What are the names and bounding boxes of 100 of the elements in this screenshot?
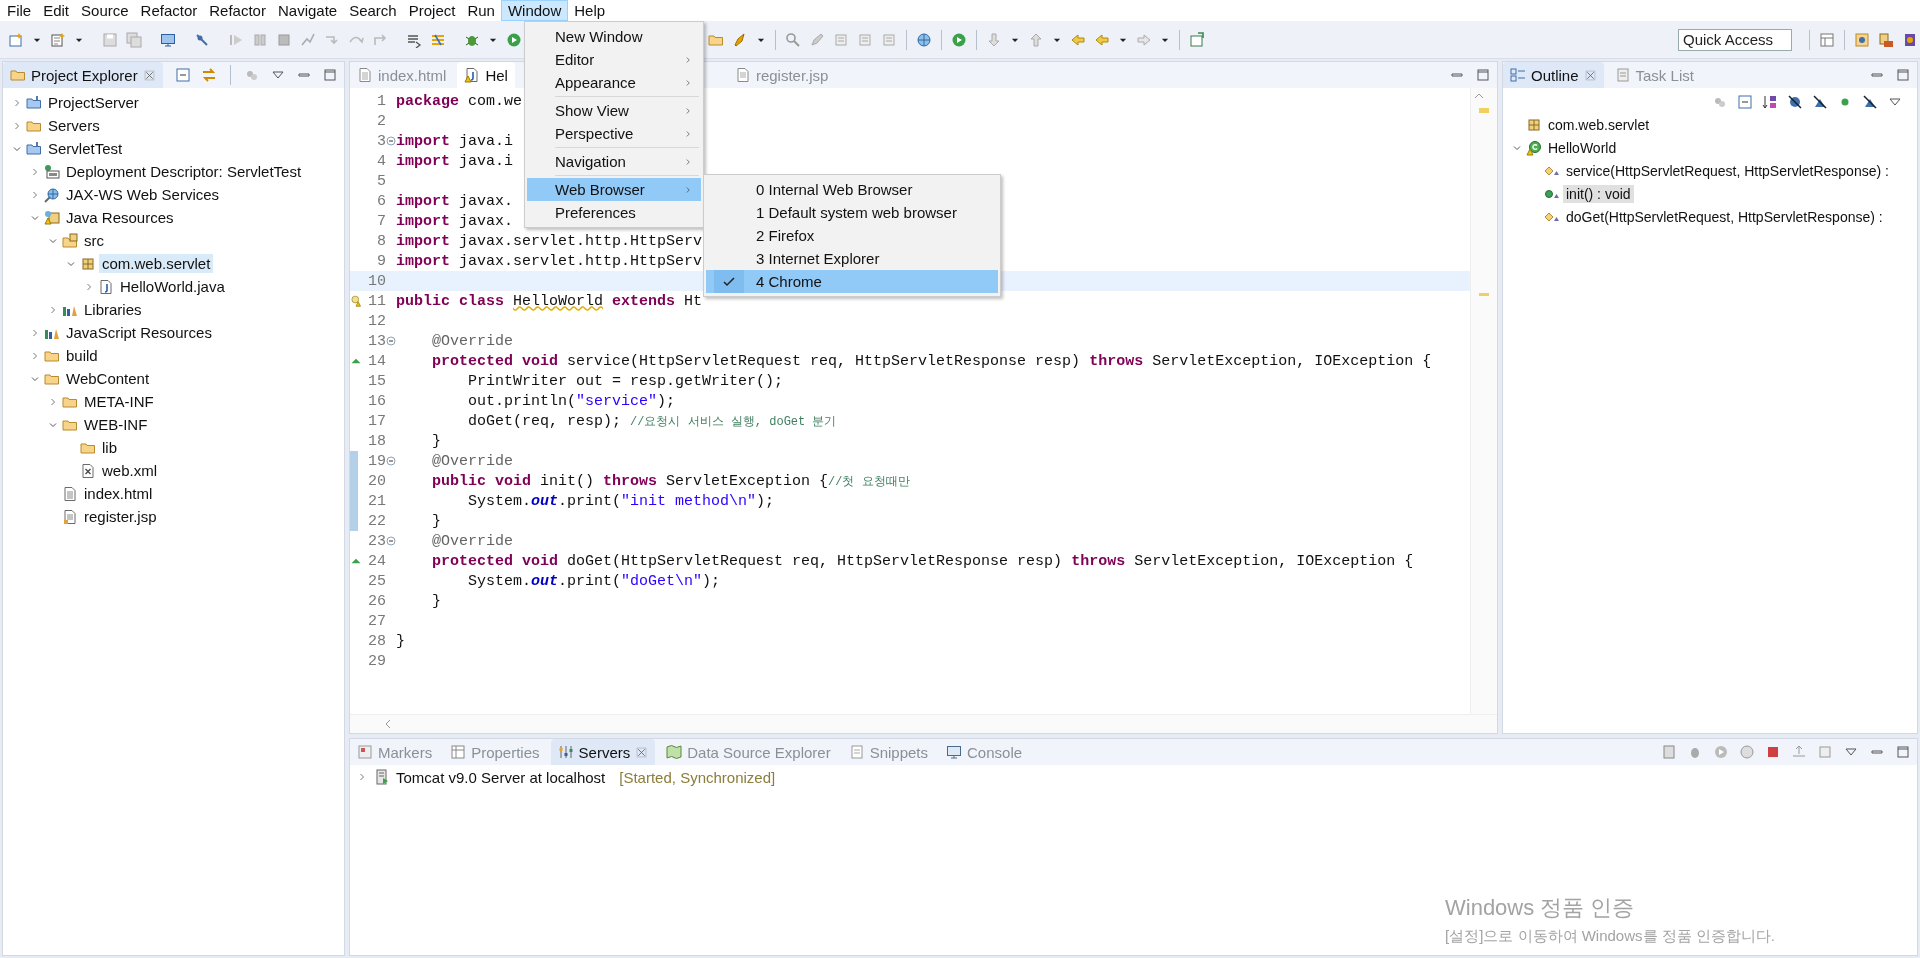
tree-item[interactable]: Java Resources bbox=[63, 208, 177, 227]
panel-tab[interactable]: Project Explorer bbox=[3, 62, 163, 88]
rocket-icon[interactable] bbox=[732, 31, 748, 48]
java-perspective-icon[interactable] bbox=[1902, 31, 1918, 48]
run-icon[interactable] bbox=[1713, 744, 1729, 760]
tree-item[interactable]: HelloWorld.java bbox=[117, 277, 228, 296]
save-icon[interactable] bbox=[102, 31, 118, 48]
menu-item[interactable]: File bbox=[1, 0, 38, 21]
menu-item[interactable]: Appearance bbox=[527, 71, 701, 94]
menu-item[interactable]: Web Browser bbox=[527, 178, 701, 201]
pin-icon[interactable] bbox=[194, 31, 210, 48]
menu-item[interactable]: Project bbox=[402, 0, 462, 21]
close-icon[interactable] bbox=[142, 68, 156, 82]
tree-item[interactable]: build bbox=[63, 346, 101, 365]
maximize-icon[interactable] bbox=[1895, 744, 1911, 760]
maximize-icon[interactable] bbox=[1475, 67, 1491, 83]
tree-item[interactable]: web.xml bbox=[99, 461, 160, 480]
arrow-right-icon[interactable] bbox=[1136, 31, 1152, 48]
editor-tab[interactable]: Hel bbox=[457, 62, 515, 88]
menu-item[interactable]: Navigate bbox=[271, 0, 344, 21]
java-ee-icon[interactable] bbox=[1854, 31, 1870, 48]
menu-item[interactable]: 1 Default system web browser bbox=[706, 201, 998, 224]
tree-item[interactable]: JavaScript Resources bbox=[63, 323, 215, 342]
menu-item[interactable]: New Window bbox=[527, 25, 701, 48]
menu-item[interactable]: 2 Firefox bbox=[706, 224, 998, 247]
link-arrows-icon[interactable] bbox=[201, 67, 217, 83]
menu-item[interactable]: Editor bbox=[527, 48, 701, 71]
monitor-icon[interactable] bbox=[160, 31, 176, 48]
menu-item[interactable]: Refactor bbox=[203, 0, 272, 21]
globe-icon[interactable] bbox=[916, 31, 932, 48]
clean-icon[interactable] bbox=[1817, 744, 1833, 760]
tree-item[interactable]: WebContent bbox=[63, 369, 153, 388]
quick-access-field[interactable]: Quick Access bbox=[1678, 28, 1792, 51]
menu-item[interactable]: Navigation bbox=[527, 150, 701, 173]
tree-item[interactable]: register.jsp bbox=[81, 507, 160, 526]
outline-item[interactable]: service(HttpServletRequest, HttpServletResponse) : bbox=[1563, 161, 1892, 180]
save-all-icon[interactable] bbox=[126, 31, 142, 48]
menu-item[interactable]: Window bbox=[500, 0, 569, 21]
fold-icon[interactable] bbox=[386, 456, 396, 466]
publish-icon[interactable] bbox=[1791, 744, 1807, 760]
menu-item[interactable]: Show View bbox=[527, 99, 701, 122]
tree-item[interactable]: JAX-WS Web Services bbox=[63, 185, 223, 204]
stop-icon[interactable] bbox=[1765, 744, 1781, 760]
block-icon[interactable] bbox=[881, 31, 897, 48]
tree-item[interactable]: WEB-INF bbox=[81, 415, 151, 434]
tree-item[interactable]: Deployment Descriptor: ServletTest bbox=[63, 162, 305, 181]
fold-icon[interactable] bbox=[386, 136, 396, 146]
tree-item[interactable]: index.html bbox=[81, 484, 156, 503]
run-icon[interactable] bbox=[951, 31, 967, 48]
arrow-left-icon[interactable] bbox=[1094, 31, 1110, 48]
fold-icon[interactable] bbox=[386, 536, 396, 546]
new-file-icon[interactable] bbox=[8, 31, 24, 48]
server-name[interactable]: Tomcat v9.0 Server at localhost bbox=[396, 768, 606, 786]
arrow-down-icon[interactable] bbox=[986, 31, 1002, 48]
hide-local-icon[interactable] bbox=[1862, 94, 1878, 110]
panel-tab[interactable]: Servers bbox=[550, 739, 656, 765]
perspective-icon[interactable] bbox=[1819, 31, 1835, 48]
search-icon[interactable] bbox=[785, 31, 801, 48]
stop-icon[interactable] bbox=[276, 31, 292, 48]
disconnect-icon[interactable] bbox=[300, 31, 316, 48]
menu-item[interactable]: Preferences bbox=[527, 201, 701, 224]
menu-item[interactable]: Edit bbox=[37, 0, 76, 21]
menu-item[interactable]: 0 Internal Web Browser bbox=[706, 178, 998, 201]
maximize-icon[interactable] bbox=[322, 67, 338, 83]
menu-item[interactable]: 3 Internet Explorer bbox=[706, 247, 998, 270]
close-icon[interactable] bbox=[635, 745, 649, 759]
block-icon[interactable] bbox=[833, 31, 849, 48]
fold-icon[interactable] bbox=[386, 336, 396, 346]
tree-item[interactable]: com.web.servlet bbox=[99, 254, 214, 273]
menu-item[interactable]: Refactor bbox=[134, 0, 204, 21]
tree-item[interactable]: ServletTest bbox=[45, 139, 126, 158]
tree-item[interactable]: lib bbox=[99, 438, 120, 457]
outline-item[interactable]: doGet(HttpServletRequest, HttpServletResponse) : bbox=[1563, 207, 1886, 226]
server-icon[interactable] bbox=[1661, 744, 1677, 760]
menu-item[interactable]: Perspective bbox=[527, 122, 701, 145]
run-icon[interactable] bbox=[506, 31, 522, 48]
window-icon[interactable] bbox=[1189, 31, 1205, 48]
tree-item[interactable]: Libraries bbox=[81, 300, 145, 319]
panel-tab[interactable]: Outline bbox=[1503, 62, 1604, 88]
hide-fields-icon[interactable] bbox=[1787, 94, 1803, 110]
profile-icon[interactable] bbox=[1739, 744, 1755, 760]
maximize-icon[interactable] bbox=[1895, 67, 1911, 83]
hide-static-icon[interactable] bbox=[1812, 94, 1828, 110]
git-icon[interactable] bbox=[1878, 31, 1894, 48]
menu-item[interactable]: Search bbox=[343, 0, 403, 21]
new-project-icon[interactable] bbox=[50, 31, 66, 48]
collapse-all-icon[interactable] bbox=[175, 67, 191, 83]
collapse-all-icon[interactable] bbox=[1737, 94, 1753, 110]
menu-item[interactable]: Run bbox=[461, 0, 501, 21]
tree-item[interactable]: META-INF bbox=[81, 392, 157, 411]
tree-item[interactable]: ProjectServer bbox=[45, 93, 142, 112]
block-icon[interactable] bbox=[857, 31, 873, 48]
tree-item[interactable]: src bbox=[81, 231, 107, 250]
outline-item[interactable]: HelloWorld bbox=[1545, 138, 1620, 157]
pen-icon[interactable] bbox=[809, 31, 825, 48]
tree-item[interactable]: Servers bbox=[45, 116, 103, 135]
sort-icon[interactable] bbox=[1762, 94, 1778, 110]
step-return-icon[interactable] bbox=[372, 31, 388, 48]
arrow-left-icon[interactable] bbox=[1070, 31, 1086, 48]
outline-item[interactable]: com.web.servlet bbox=[1545, 115, 1653, 134]
